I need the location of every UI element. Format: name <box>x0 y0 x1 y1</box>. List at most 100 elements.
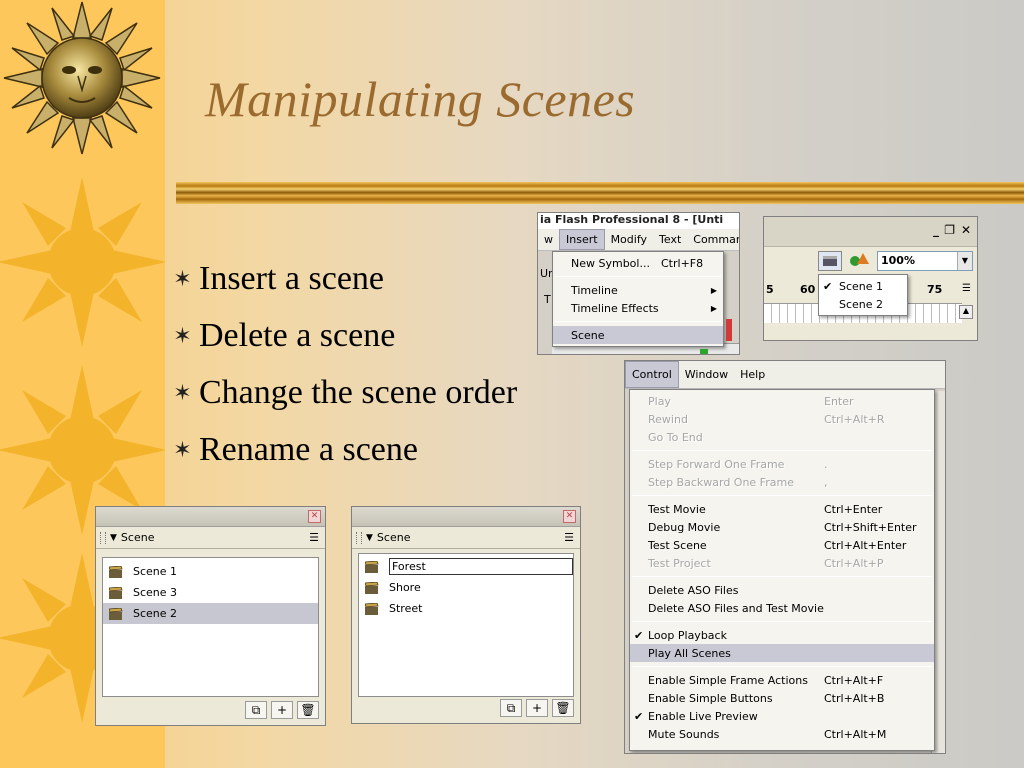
duplicate-scene-button[interactable]: ⧉ <box>245 701 267 719</box>
menu-item-shortcut: Ctrl+Shift+Enter <box>824 520 917 534</box>
bullet-text: Delete a scene <box>199 316 396 354</box>
menu-item-label: Loop Playback <box>648 628 727 642</box>
menu-modify[interactable]: Modify <box>605 229 653 250</box>
menu-item-label: Timeline Effects <box>571 301 659 315</box>
options-menu-icon[interactable]: ☰ <box>962 283 971 294</box>
scene-name: Scene 1 <box>133 565 178 578</box>
zoom-select[interactable]: 100% ▼ <box>877 251 973 271</box>
menu-item-step-forward: Step Forward One Frame. <box>630 455 934 473</box>
menu-insert[interactable]: Insert <box>559 229 605 250</box>
menu-item-label: Step Backward One Frame <box>648 475 794 489</box>
bullet-list: ✶ Insert a scene ✶ Delete a scene ✶ Change … <box>166 250 517 478</box>
bullet-text: Insert a scene <box>199 259 385 297</box>
add-scene-button[interactable]: + <box>271 701 293 719</box>
menu-item-label: Test Movie <box>648 502 706 516</box>
menu-help[interactable]: Help <box>734 361 771 388</box>
options-menu-icon[interactable]: ☰ <box>564 531 574 544</box>
delete-scene-button[interactable]: 🗑 <box>297 701 319 719</box>
scene-list: Scene 1 Scene 3 Scene 2 <box>102 557 319 697</box>
insert-menu-screenshot: ia Flash Professional 8 - [Unti w Insert… <box>537 212 740 355</box>
submenu-arrow-icon: ▶ <box>710 303 717 313</box>
panel-title: Scene <box>120 531 155 544</box>
grip-icon[interactable] <box>356 531 362 544</box>
scene-row-editing[interactable]: Forest <box>359 556 573 577</box>
scene-rename-input[interactable]: Forest <box>389 558 573 575</box>
delete-scene-button[interactable]: 🗑 <box>552 699 574 717</box>
menu-item-test-scene[interactable]: Test Scene Ctrl+Alt+Enter <box>630 536 934 554</box>
menu-item-label: Play <box>648 394 671 408</box>
menu-item-timeline[interactable]: Timeline ▶ <box>553 281 723 299</box>
panel-footer-buttons: ⧉ + 🗑 <box>245 701 319 719</box>
clapper-icon <box>108 565 123 578</box>
menu-bar: w Insert Modify Text Commands <box>538 229 739 251</box>
menu-window[interactable]: Window <box>679 361 734 388</box>
menu-item-delete-aso-test[interactable]: Delete ASO Files and Test Movie <box>630 599 934 617</box>
edit-symbol-button[interactable] <box>848 251 874 271</box>
collapse-triangle-icon[interactable]: ▼ <box>110 533 117 543</box>
options-menu-icon[interactable]: ☰ <box>309 531 319 544</box>
scene-list: Forest Shore Street <box>358 553 574 697</box>
menu-item-label: Rewind <box>648 412 688 426</box>
window-controls: _ ❐ ✕ <box>764 217 977 247</box>
menu-item-test-movie[interactable]: Test Movie Ctrl+Enter <box>630 500 934 518</box>
menu-item-label: Mute Sounds <box>648 727 720 741</box>
menu-item-step-backward: Step Backward One Frame, <box>630 473 934 491</box>
menu-item-label: New Symbol... <box>571 256 650 270</box>
panel-title-bar: ✕ <box>96 507 325 527</box>
scene-row-selected[interactable]: Scene 2 <box>103 603 318 624</box>
control-menu-screenshot: Control Window Help 4( PlayEnter RewindC… <box>624 360 946 754</box>
menu-item-live-preview[interactable]: ✔ Enable Live Preview <box>630 707 934 725</box>
metal-sun-face-icon <box>3 1 161 155</box>
panel-title: Scene <box>376 531 411 544</box>
menu-item-loop-playback[interactable]: ✔ Loop Playback <box>630 626 934 644</box>
clapper-icon <box>108 586 123 599</box>
menu-item-shortcut: Ctrl+Alt+R <box>824 412 885 426</box>
menu-item-simple-buttons[interactable]: Enable Simple Buttons Ctrl+Alt+B <box>630 689 934 707</box>
add-scene-button[interactable]: + <box>526 699 548 717</box>
menu-control[interactable]: Control <box>625 361 679 388</box>
panel-header[interactable]: ▼ Scene ☰ <box>352 527 580 549</box>
minimize-icon[interactable]: _ <box>933 223 939 237</box>
duplicate-scene-button[interactable]: ⧉ <box>500 699 522 717</box>
scene-row[interactable]: Street <box>359 598 573 619</box>
menu-item-go-to-end: Go To End <box>630 428 934 446</box>
menu-text[interactable]: Text <box>653 229 687 250</box>
grip-icon[interactable] <box>100 531 106 544</box>
scene-option[interactable]: Scene 2 <box>819 295 907 313</box>
menu-item-simple-frame-actions[interactable]: Enable Simple Frame Actions Ctrl+Alt+F <box>630 671 934 689</box>
edit-scene-button[interactable] <box>818 251 842 271</box>
chevron-down-icon: ▼ <box>957 252 972 270</box>
menu-item-shortcut: Ctrl+Alt+M <box>824 727 887 741</box>
clapper-icon <box>364 560 379 573</box>
panel-header[interactable]: ▼ Scene ☰ <box>96 527 325 549</box>
clapper-icon <box>823 256 837 266</box>
menu-item-play-all-scenes[interactable]: Play All Scenes <box>630 644 934 662</box>
close-icon[interactable]: ✕ <box>563 510 576 523</box>
scene-row[interactable]: Shore <box>359 577 573 598</box>
menu-item-shortcut: . <box>824 457 828 471</box>
zoom-value: 100% <box>881 254 915 267</box>
menu-item-new-symbol[interactable]: New Symbol... Ctrl+F8 <box>553 254 723 272</box>
menu-item-debug-movie[interactable]: Debug Movie Ctrl+Shift+Enter <box>630 518 934 536</box>
scene-row[interactable]: Scene 3 <box>103 582 318 603</box>
scene-name: Shore <box>389 581 421 594</box>
close-icon[interactable]: ✕ <box>961 223 971 237</box>
menu-commands[interactable]: Commands <box>687 229 739 250</box>
clapper-icon <box>364 581 379 594</box>
scene-dropdown-list: ✔ Scene 1 Scene 2 <box>818 274 908 316</box>
collapse-triangle-icon[interactable]: ▼ <box>366 533 373 543</box>
menu-item-delete-aso[interactable]: Delete ASO Files <box>630 581 934 599</box>
scene-row[interactable]: Scene 1 <box>103 561 318 582</box>
menu-item-timeline-effects[interactable]: Timeline Effects ▶ <box>553 299 723 317</box>
menu-item-scene[interactable]: Scene <box>553 326 723 344</box>
red-marker <box>726 319 732 341</box>
ruler-tick: 75 <box>927 283 943 296</box>
shapes-icon-triangle <box>857 253 869 264</box>
scroll-up-button[interactable]: ▲ <box>959 305 973 319</box>
restore-icon[interactable]: ❐ <box>944 223 955 237</box>
menu-item-mute-sounds[interactable]: Mute Sounds Ctrl+Alt+M <box>630 725 934 743</box>
close-icon[interactable]: ✕ <box>308 510 321 523</box>
bullet-text: Rename a scene <box>199 430 418 468</box>
scene-option[interactable]: ✔ Scene 1 <box>819 277 907 295</box>
menu-window-fragment[interactable]: w <box>538 229 559 250</box>
